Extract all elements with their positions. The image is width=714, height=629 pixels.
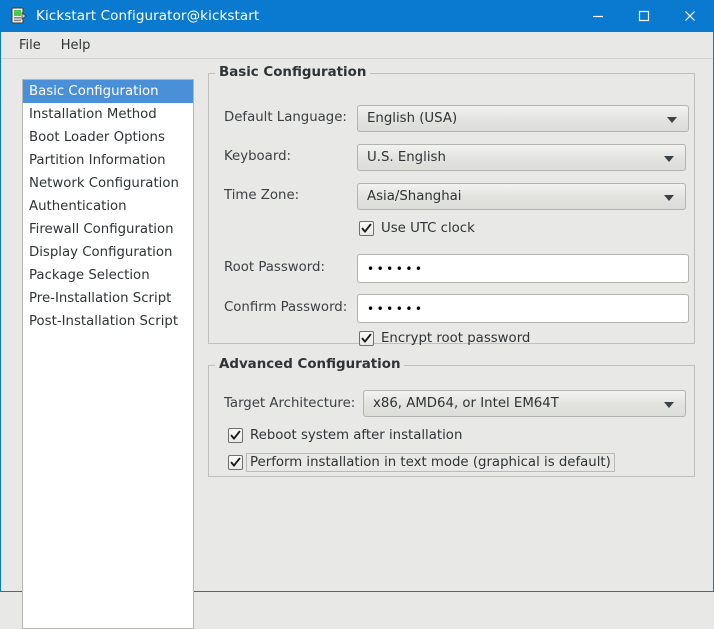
sidebar-item-installation-method[interactable]: Installation Method [23,103,193,126]
menu-bar: File Help [1,32,713,59]
default-language-label-row: Default Language: [224,110,347,125]
encrypt-root-password-checkbox-row[interactable]: Encrypt root password [359,331,530,346]
time-zone-label-row: Time Zone: [224,188,299,203]
sidebar-item-post-installation-script[interactable]: Post-Installation Script [23,310,193,333]
target-architecture-label: Target Architecture: [224,396,356,411]
keyboard-label: Keyboard: [224,149,291,164]
confirm-password-value: •••••• [367,301,425,316]
target-architecture-combobox[interactable]: x86, AMD64, or Intel EM64T [363,390,686,417]
confirm-password-label: Confirm Password: [224,300,348,315]
use-utc-clock-label: Use UTC clock [381,221,475,236]
close-icon[interactable] [667,0,713,32]
text-mode-checkbox[interactable] [228,455,243,470]
confirm-password-label-row: Confirm Password: [224,300,347,315]
sidebar-item-package-selection[interactable]: Package Selection [23,264,193,287]
advanced-configuration-group: Advanced Configuration Target Architectu… [208,357,695,477]
use-utc-clock-checkbox-row[interactable]: Use UTC clock [359,221,475,236]
chevron-down-icon [664,155,674,162]
text-mode-checkbox-row[interactable]: Perform installation in text mode (graph… [228,453,615,472]
sidebar-item-boot-loader-options[interactable]: Boot Loader Options [23,126,193,149]
basic-configuration-title: Basic Configuration [215,65,371,80]
reboot-system-label: Reboot system after installation [250,428,463,443]
default-language-combobox[interactable]: English (USA) [357,105,689,132]
reboot-system-checkbox[interactable] [228,428,243,443]
application-window: Kickstart Configurator@kickstart File He… [0,0,714,629]
root-password-label-row: Root Password: [224,260,325,275]
kickstart-app-icon [10,7,28,25]
sidebar-item-basic-configuration[interactable]: Basic Configuration [23,80,193,103]
root-password-label: Root Password: [224,260,325,275]
use-utc-clock-checkbox[interactable] [359,221,374,236]
sidebar-item-display-configuration[interactable]: Display Configuration [23,241,193,264]
encrypt-root-password-checkbox[interactable] [359,331,374,346]
text-mode-label: Perform installation in text mode (graph… [246,453,615,472]
main-content: Basic Configuration Installation Method … [1,59,713,629]
default-language-value: English (USA) [367,111,458,126]
settings-pane: Basic Configuration Default Language: En… [208,65,695,477]
sidebar-item-partition-information[interactable]: Partition Information [23,149,193,172]
advanced-configuration-title: Advanced Configuration [215,357,405,372]
time-zone-label: Time Zone: [224,188,300,203]
window-title: Kickstart Configurator@kickstart [36,8,260,24]
root-password-value: •••••• [367,261,425,276]
navigation-sidebar[interactable]: Basic Configuration Installation Method … [22,79,194,629]
sidebar-item-authentication[interactable]: Authentication [23,195,193,218]
chevron-down-icon [664,401,674,408]
encrypt-root-password-label: Encrypt root password [381,331,531,346]
maximize-icon[interactable] [621,0,667,32]
confirm-password-field[interactable]: •••••• [357,294,689,323]
sidebar-item-pre-installation-script[interactable]: Pre-Installation Script [23,287,193,310]
keyboard-label-row: Keyboard: [224,149,291,164]
time-zone-value: Asia/Shanghai [367,189,462,204]
basic-configuration-group: Basic Configuration Default Language: En… [208,65,695,346]
menu-item-help[interactable]: Help [51,35,101,56]
chevron-down-icon [667,116,677,123]
time-zone-combobox[interactable]: Asia/Shanghai [357,183,686,210]
reboot-system-checkbox-row[interactable]: Reboot system after installation [228,428,462,443]
menu-item-file[interactable]: File [9,35,51,56]
target-architecture-label-row: Target Architecture: [224,396,355,411]
window-controls [575,0,713,32]
keyboard-value: U.S. English [367,150,446,165]
default-language-label: Default Language: [224,110,347,125]
sidebar-item-network-configuration[interactable]: Network Configuration [23,172,193,195]
chevron-down-icon [664,194,674,201]
title-bar: Kickstart Configurator@kickstart [1,0,713,32]
sidebar-item-firewall-configuration[interactable]: Firewall Configuration [23,218,193,241]
minimize-icon[interactable] [575,0,621,32]
target-architecture-value: x86, AMD64, or Intel EM64T [373,396,559,411]
keyboard-combobox[interactable]: U.S. English [357,144,686,171]
root-password-field[interactable]: •••••• [357,254,689,283]
